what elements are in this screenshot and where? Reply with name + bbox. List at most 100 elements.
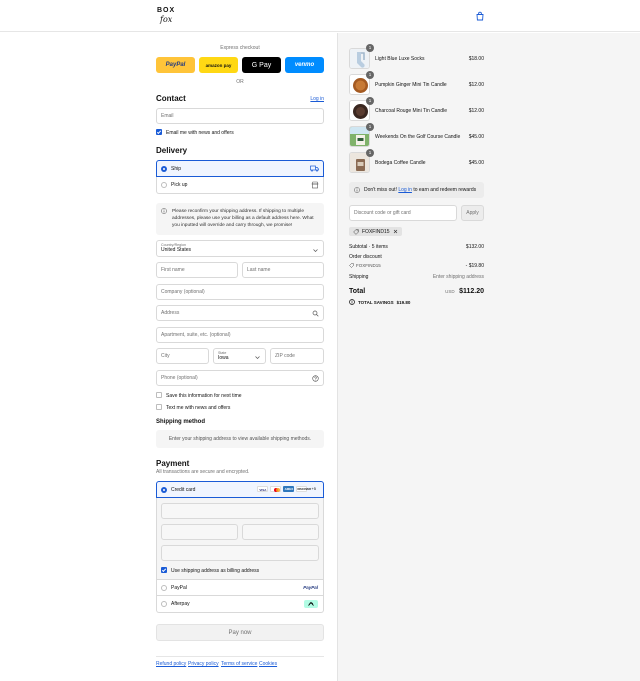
card-number-input[interactable] (161, 503, 319, 519)
zip-input[interactable]: ZIP code (270, 348, 324, 364)
currency-code: USD (445, 289, 455, 294)
save-info-label: Save this information for next time (166, 392, 242, 399)
visa-icon: VISA (257, 486, 269, 492)
amazon-pay-button[interactable]: amazon pay (199, 57, 238, 73)
mastercard-icon: MC (270, 486, 282, 492)
login-link[interactable]: Log in (300, 96, 324, 102)
country-value: United States (161, 247, 192, 253)
phone-input[interactable]: Phone (optional) (156, 370, 324, 386)
paypal-radio[interactable] (161, 585, 167, 591)
address-input[interactable]: Address (156, 305, 324, 321)
item-qty-badge: 1 (366, 71, 374, 79)
applied-discount-code: FOXFIND15 (362, 228, 390, 235)
state-select[interactable]: State Iowa (213, 348, 266, 364)
paypal-express-button[interactable]: PayPal (156, 57, 195, 73)
order-discount-code-row: FOXFIND15 (349, 263, 381, 268)
pickup-radio[interactable] (161, 182, 167, 188)
last-name-input[interactable]: Last name (242, 262, 324, 278)
company-input[interactable]: Company (optional) (156, 284, 324, 300)
city-input[interactable]: City (156, 348, 209, 364)
refund-policy-link[interactable]: Refund policy (156, 661, 186, 667)
city-placeholder: City (161, 353, 170, 359)
contact-heading: Contact (156, 94, 186, 103)
rewards-login-link[interactable]: Log in (398, 187, 412, 193)
apartment-input[interactable]: Apartment, suite, etc. (optional) (156, 327, 324, 343)
credit-card-radio[interactable] (161, 487, 167, 493)
or-divider: OR (236, 79, 244, 85)
google-pay-button[interactable]: G Pay (242, 57, 281, 73)
item-price: $12.00 (468, 107, 484, 114)
chevron-down-icon (313, 249, 318, 252)
afterpay-label: Afterpay (171, 601, 190, 607)
tag-icon (349, 263, 354, 268)
email-news-label: Email me with news and offers (166, 129, 234, 136)
apply-label: Apply (466, 210, 479, 216)
email-news-checkbox[interactable] (156, 129, 162, 135)
help-icon[interactable] (312, 375, 319, 382)
afterpay-option[interactable]: Afterpay (156, 596, 324, 613)
billing-same-label: Use shipping address as billing address (171, 567, 260, 574)
item-price: $45.00 (468, 159, 484, 166)
afterpay-radio[interactable] (161, 601, 167, 607)
subtotal-label: Subtotal · 5 items (349, 244, 388, 250)
socks-image (350, 49, 369, 68)
brand-logo[interactable]: BOX fox (157, 6, 177, 26)
total-savings-label: TOTAL SAVINGS (358, 299, 394, 305)
item-price: $12.00 (468, 81, 484, 88)
billing-same-checkbox[interactable] (161, 567, 167, 573)
tag-icon (353, 228, 359, 235)
item-qty-badge: 1 (366, 149, 374, 157)
first-name-placeholder: First name (161, 267, 185, 273)
card-expiry-input[interactable] (161, 524, 238, 540)
email-placeholder: Email (161, 113, 174, 119)
first-name-input[interactable]: First name (156, 262, 238, 278)
payment-subtitle: All transactions are secure and encrypte… (156, 469, 250, 475)
order-discount-value: - $19.80 (465, 263, 484, 269)
shipping-label: Shipping (349, 274, 369, 280)
credit-card-option[interactable]: Credit card VISA MC AMEX DISCOVER +5 (156, 481, 324, 498)
remove-discount-icon[interactable] (393, 229, 398, 234)
total-label: Total (349, 288, 366, 295)
card-security-code-input[interactable] (242, 524, 319, 540)
terms-of-service-link[interactable]: Terms of service (221, 661, 257, 667)
chevron-down-icon (255, 356, 260, 359)
rewards-suffix: to earn and redeem rewards (413, 187, 477, 193)
email-input[interactable]: Email (156, 108, 324, 124)
credit-card-label: Credit card (171, 487, 196, 493)
cookies-link[interactable]: Cookies (259, 661, 277, 667)
company-placeholder: Company (optional) (161, 289, 205, 295)
save-info-checkbox[interactable] (156, 392, 162, 398)
shipping-method-empty-text: Enter your shipping address to view avai… (168, 436, 312, 442)
pay-now-button[interactable]: Pay now (156, 624, 324, 641)
item-price: $45.00 (468, 133, 484, 140)
amex-icon: AMEX (283, 486, 295, 492)
discount-code-input[interactable]: Discount code or gift card (349, 205, 457, 221)
text-news-checkbox[interactable] (156, 404, 162, 410)
pickup-label: Pick up (171, 182, 188, 188)
afterpay-logo-icon (304, 600, 318, 608)
country-select[interactable]: Country/Region United States (156, 240, 324, 257)
info-icon (161, 208, 167, 214)
apartment-placeholder: Apartment, suite, etc. (optional) (161, 332, 231, 338)
item-name: Bodega Coffee Candle (375, 159, 426, 166)
order-summary-panel (337, 33, 640, 681)
pickup-option[interactable]: Pick up (156, 177, 324, 194)
venmo-button[interactable]: venmo (285, 57, 324, 73)
ship-option[interactable]: Ship (156, 160, 324, 177)
shipping-value: Enter shipping address (432, 274, 484, 280)
order-discount-code: FOXFIND15 (356, 263, 381, 268)
discount-code-placeholder: Discount code or gift card (354, 210, 411, 216)
apply-discount-button[interactable]: Apply (461, 205, 484, 221)
card-name-input[interactable] (161, 545, 319, 561)
reconfirm-notice-text: Please reconfirm your shipping address. … (172, 209, 314, 228)
paypal-label: PayPal (171, 585, 187, 591)
amazon-pay-label: amazon pay (205, 62, 232, 68)
total-amount: USD $112.20 (404, 288, 484, 295)
shopping-bag-icon[interactable] (475, 11, 485, 21)
paypal-option[interactable]: PayPal PayPal (156, 579, 324, 596)
item-price: $18.00 (468, 55, 484, 62)
phone-placeholder: Phone (optional) (161, 375, 198, 381)
reconfirm-notice: Please reconfirm your shipping address. … (156, 203, 324, 235)
privacy-policy-link[interactable]: Privacy policy (188, 661, 219, 667)
ship-radio[interactable] (161, 166, 167, 172)
